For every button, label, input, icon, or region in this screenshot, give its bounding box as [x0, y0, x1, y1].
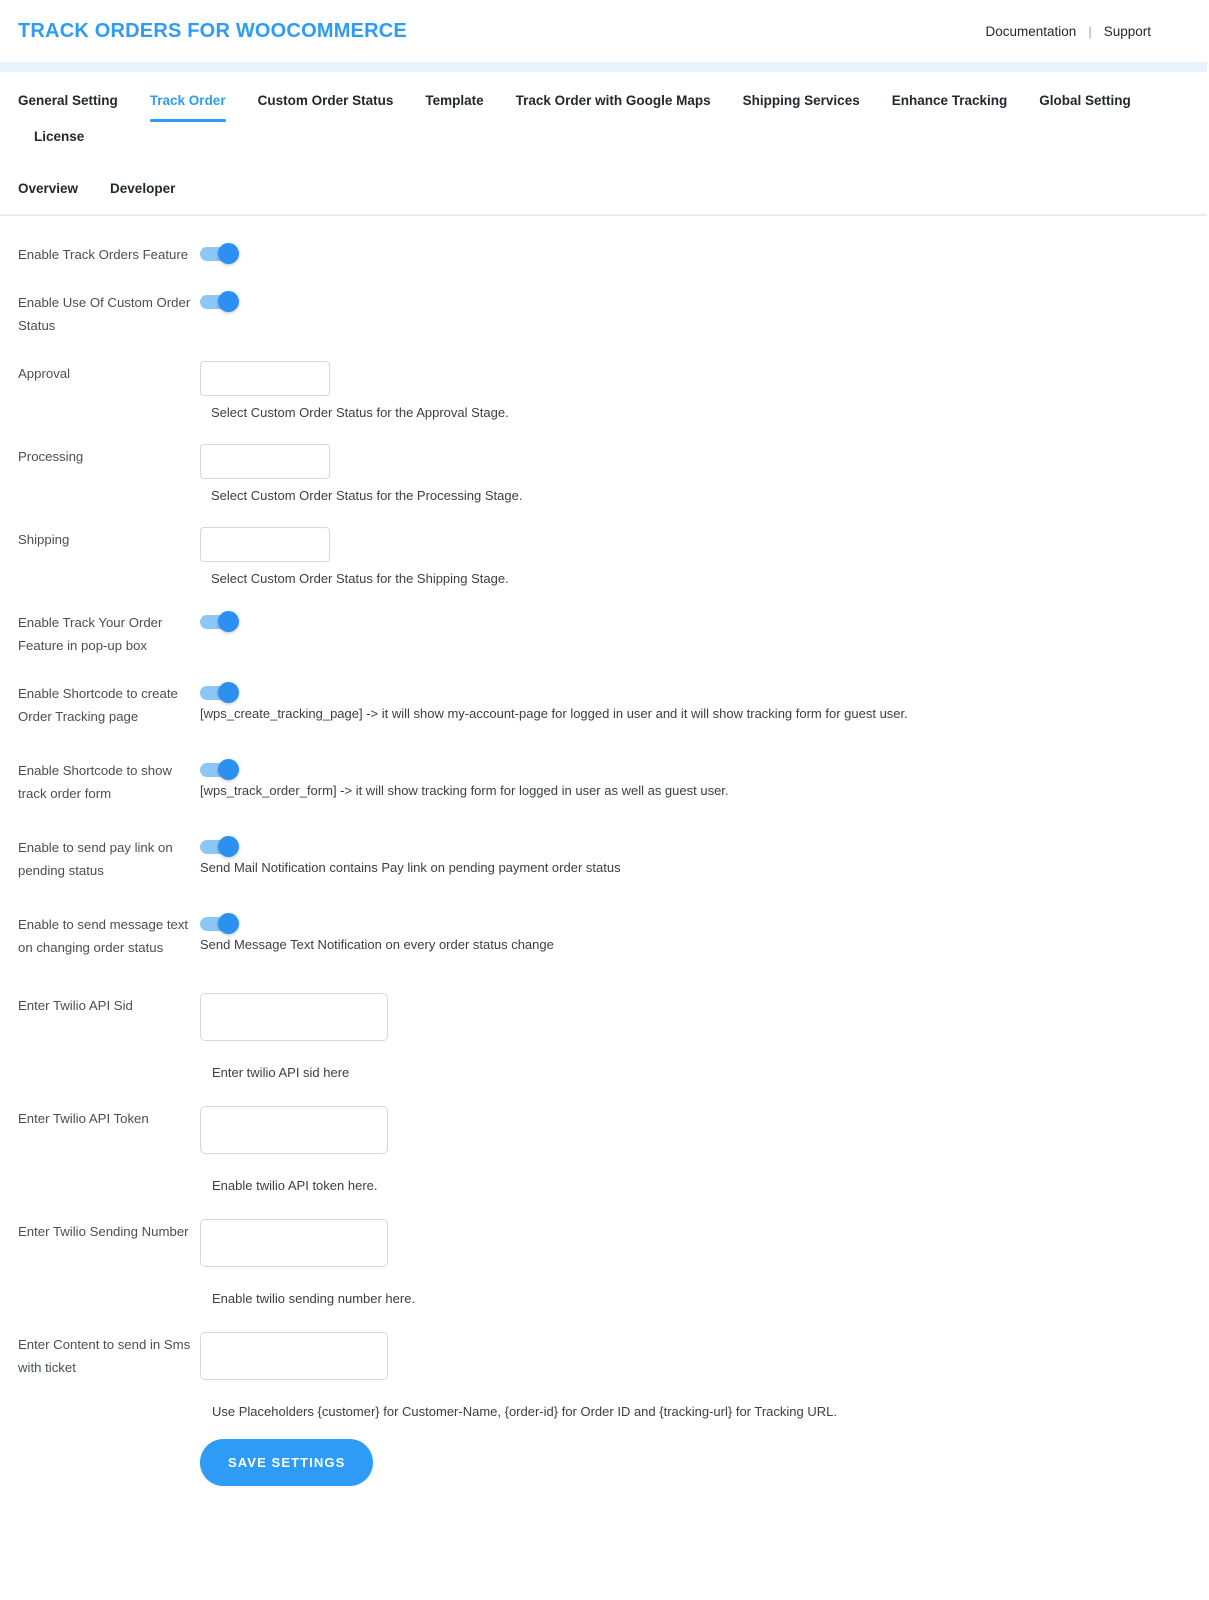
- select-shipping-status[interactable]: [200, 527, 330, 562]
- tab-track-order[interactable]: Track Order: [134, 92, 242, 128]
- tab-license[interactable]: License: [18, 128, 100, 164]
- tab-template[interactable]: Template: [409, 92, 499, 128]
- field-control: Select Custom Order Status for the Shipp…: [200, 527, 1191, 588]
- field-twilio-api-sid: Enter Twilio API Sid Enter twilio API si…: [18, 993, 1191, 1082]
- field-sms-content: Enter Content to send in Sms with ticket…: [18, 1332, 1191, 1421]
- tab-shipping-services[interactable]: Shipping Services: [727, 92, 876, 128]
- field-label: Enter Twilio API Sid: [18, 998, 133, 1013]
- field-label: Enable Shortcode to create Order Trackin…: [18, 686, 178, 724]
- toggle-knob-icon: [218, 291, 239, 312]
- field-control: Select Custom Order Status for the Proce…: [200, 444, 1191, 505]
- toggle-enable-pay-link[interactable]: [200, 836, 239, 857]
- field-hint: Send Message Text Notification on every …: [200, 937, 554, 952]
- sms-content-input[interactable]: [200, 1332, 388, 1380]
- field-hint: [wps_create_tracking_page] -> it will sh…: [200, 706, 908, 721]
- field-label: Enter Content to send in Sms with ticket: [18, 1337, 191, 1375]
- field-control: [wps_create_tracking_page] -> it will sh…: [200, 681, 1191, 723]
- toggle-enable-popup[interactable]: [200, 611, 239, 632]
- field-label: Enable Use Of Custom Order Status: [18, 295, 191, 333]
- field-shipping: Shipping Select Custom Order Status for …: [18, 527, 1191, 588]
- toggle-enable-shortcode-tracking-page[interactable]: [200, 682, 239, 703]
- tab-overview[interactable]: Overview: [18, 180, 94, 214]
- field-enable-popup: Enable Track Your Order Feature in pop-u…: [18, 610, 1191, 657]
- tab-row-primary: General Setting Track Order Custom Order…: [18, 92, 1189, 164]
- toggle-enable-message-text[interactable]: [200, 913, 239, 934]
- tab-track-order-with-google-maps[interactable]: Track Order with Google Maps: [500, 92, 727, 128]
- toggle-knob-icon: [218, 682, 239, 703]
- tab-general-setting[interactable]: General Setting: [18, 92, 134, 128]
- field-label: Shipping: [18, 532, 70, 547]
- toggle-knob-icon: [218, 836, 239, 857]
- field-control: Use Placeholders {customer} for Customer…: [200, 1332, 1191, 1421]
- field-twilio-sending-number: Enter Twilio Sending Number Enable twili…: [18, 1219, 1191, 1308]
- toggle-knob-icon: [218, 759, 239, 780]
- field-control: Enable twilio sending number here.: [200, 1219, 1191, 1308]
- field-enable-custom-order-status: Enable Use Of Custom Order Status: [18, 290, 1191, 337]
- field-control: Select Custom Order Status for the Appro…: [200, 361, 1191, 422]
- field-label: Enter Twilio API Token: [18, 1111, 149, 1126]
- field-control: [wps_track_order_form] -> it will show t…: [200, 758, 1191, 800]
- toggle-knob-icon: [218, 611, 239, 632]
- field-hint: Select Custom Order Status for the Shipp…: [211, 571, 509, 586]
- field-label: Enable to send pay link on pending statu…: [18, 840, 173, 878]
- tab-bar: General Setting Track Order Custom Order…: [0, 72, 1207, 216]
- select-processing-status[interactable]: [200, 444, 330, 479]
- support-link[interactable]: Support: [1092, 24, 1163, 39]
- field-label: Enable Track Orders Feature: [18, 247, 189, 262]
- field-hint: Send Mail Notification contains Pay link…: [200, 860, 621, 875]
- toggle-knob-icon: [218, 243, 239, 264]
- toggle-knob-icon: [218, 913, 239, 934]
- field-control: [200, 610, 1191, 632]
- toggle-enable-custom-order-status[interactable]: [200, 291, 239, 312]
- field-control: Enter twilio API sid here: [200, 993, 1191, 1082]
- tab-row-secondary: Overview Developer: [18, 164, 1189, 214]
- tab-enhance-tracking[interactable]: Enhance Tracking: [876, 92, 1024, 128]
- select-approval-status[interactable]: [200, 361, 330, 396]
- toggle-enable-shortcode-track-form[interactable]: [200, 759, 239, 780]
- twilio-sending-number-input[interactable]: [200, 1219, 388, 1267]
- field-label: Enable to send message text on changing …: [18, 917, 189, 955]
- tab-custom-order-status[interactable]: Custom Order Status: [242, 92, 410, 128]
- field-enable-pay-link: Enable to send pay link on pending statu…: [18, 835, 1191, 882]
- tab-developer[interactable]: Developer: [94, 180, 191, 214]
- field-hint: [wps_track_order_form] -> it will show t…: [200, 783, 729, 798]
- twilio-api-token-input[interactable]: [200, 1106, 388, 1154]
- page-title: TRACK ORDERS FOR WOOCOMMERCE: [18, 19, 407, 42]
- field-hint: Enable twilio API token here.: [212, 1178, 378, 1193]
- field-enable-track-orders: Enable Track Orders Feature: [18, 242, 1191, 266]
- field-control: Send Message Text Notification on every …: [200, 912, 1191, 954]
- field-enable-shortcode-track-form: Enable Shortcode to show track order for…: [18, 758, 1191, 805]
- field-label: Enter Twilio Sending Number: [18, 1224, 189, 1239]
- field-label: Enable Track Your Order Feature in pop-u…: [18, 615, 163, 653]
- tab-global-setting[interactable]: Global Setting: [1023, 92, 1147, 128]
- page-header: TRACK ORDERS FOR WOOCOMMERCE Documentati…: [0, 0, 1209, 62]
- field-control: [200, 290, 1191, 312]
- field-hint: Enable twilio sending number here.: [212, 1291, 416, 1306]
- field-approval: Approval Select Custom Order Status for …: [18, 361, 1191, 422]
- field-twilio-api-token: Enter Twilio API Token Enable twilio API…: [18, 1106, 1191, 1195]
- field-hint: Enter twilio API sid here: [212, 1065, 350, 1080]
- field-enable-message-text: Enable to send message text on changing …: [18, 912, 1191, 959]
- field-control: Enable twilio API token here.: [200, 1106, 1191, 1195]
- save-settings-button[interactable]: SAVE SETTINGS: [200, 1439, 374, 1486]
- field-enable-shortcode-tracking-page: Enable Shortcode to create Order Trackin…: [18, 681, 1191, 728]
- field-control: [200, 242, 1191, 264]
- field-hint: Use Placeholders {customer} for Customer…: [212, 1404, 837, 1419]
- documentation-link[interactable]: Documentation: [974, 24, 1089, 39]
- save-row: SAVE SETTINGS: [18, 1421, 1191, 1486]
- field-label: Processing: [18, 449, 84, 464]
- settings-form: Enable Track Orders Feature Enable Use O…: [0, 216, 1209, 1546]
- header-links: Documentation | Support: [974, 24, 1192, 39]
- toggle-enable-track-orders[interactable]: [200, 243, 239, 264]
- field-label: Approval: [18, 366, 71, 381]
- field-control: Send Mail Notification contains Pay link…: [200, 835, 1191, 877]
- field-hint: Select Custom Order Status for the Appro…: [211, 405, 509, 420]
- field-hint: Select Custom Order Status for the Proce…: [211, 488, 523, 503]
- field-processing: Processing Select Custom Order Status fo…: [18, 444, 1191, 505]
- twilio-api-sid-input[interactable]: [200, 993, 388, 1041]
- header-accent-band: [0, 62, 1207, 72]
- field-label: Enable Shortcode to show track order for…: [18, 763, 172, 801]
